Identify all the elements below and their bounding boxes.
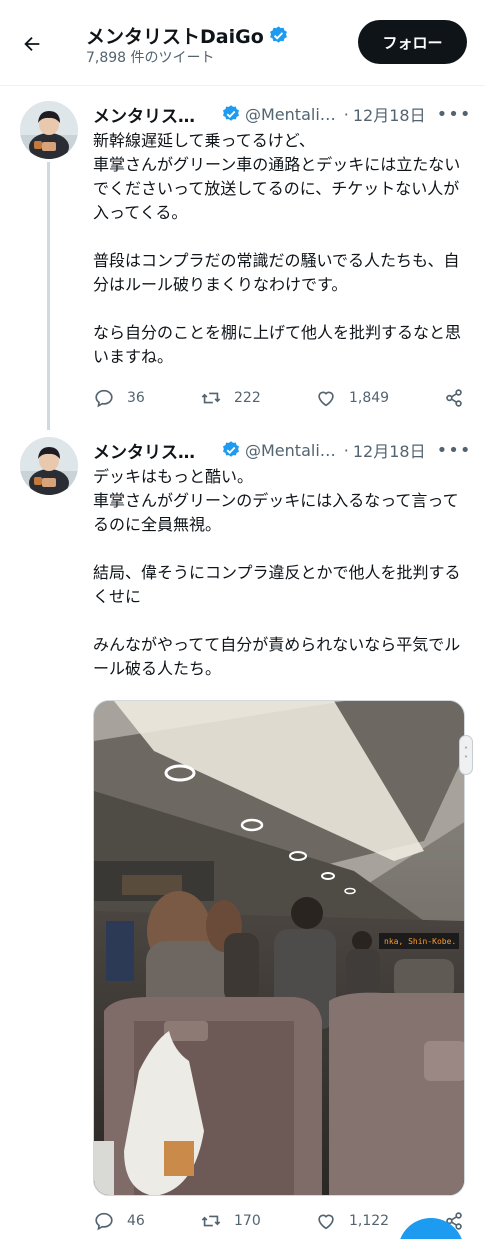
reply-icon [95, 1212, 113, 1231]
retweet-icon [201, 1215, 221, 1227]
like-button[interactable]: 1,849 [315, 387, 389, 409]
tweet-paragraph: 結局、偉そうにコンプラ違反とかで他人を批判するくせに [93, 563, 461, 606]
timestamp[interactable]: 12月18日 [353, 438, 426, 462]
tweet-paragraph: 車掌さんがグリーン車の通路とデッキには立たないでくださいって放送してるのに、チケ… [93, 155, 461, 222]
back-arrow-icon [24, 36, 40, 52]
avatar-image [20, 101, 78, 159]
share-button[interactable] [443, 387, 465, 409]
heart-icon [318, 391, 334, 407]
scroll-handle[interactable]: ˄ ˅ [459, 735, 473, 775]
tweet-paragraph: みんながやってて自分が責められないなら平気でルール破る人たち。 [93, 635, 461, 678]
tweet-text: 新幹線遅延して乗ってるけど、 車掌さんがグリーン車の通路とデッキには立たないでく… [93, 129, 471, 369]
verified-badge-icon [223, 105, 239, 121]
timestamp[interactable]: 12月18日 [353, 102, 426, 126]
train-display-sign: nka, Shin-Kobe. [384, 937, 456, 946]
like-count: 1,122 [349, 1213, 390, 1229]
retweet-count: 222 [234, 390, 261, 406]
tweet-paragraph [93, 537, 471, 561]
reply-count: 36 [127, 390, 145, 406]
profile-header: メンタリストDaiGo 7,898 件のツイート フォロー [0, 0, 485, 86]
username[interactable]: @Mentali… [245, 105, 336, 124]
display-name[interactable]: メンタリス… [93, 102, 195, 127]
separator-dot: · [343, 440, 349, 460]
retweet-icon [201, 392, 221, 404]
tweet-header: メンタリス… @Mentali… · 12月18日 [93, 438, 426, 463]
tweet-count: 7,898 件のツイート [86, 50, 215, 66]
header-title-wrap: メンタリストDaiGo [86, 22, 289, 49]
heart-icon [318, 1214, 334, 1230]
username[interactable]: @Mentali… [245, 441, 336, 460]
back-button[interactable] [14, 26, 50, 62]
retweet-button[interactable]: 222 [200, 387, 261, 409]
avatar-image [20, 437, 78, 495]
avatar[interactable] [20, 101, 78, 159]
chevron-down-icon: ˅ [464, 755, 468, 764]
chevron-up-icon: ˄ [464, 746, 468, 755]
tweet-paragraph [93, 225, 471, 249]
verified-badge-icon [269, 26, 287, 43]
tweet-photo[interactable]: nka, Shin-Kobe. [93, 700, 465, 1196]
like-button[interactable]: 1,122 [315, 1210, 389, 1232]
verified-badge-icon [223, 441, 239, 457]
reply-button[interactable]: 46 [93, 1210, 145, 1232]
separator-dot: · [343, 104, 349, 124]
avatar[interactable] [20, 437, 78, 495]
retweet-count: 170 [234, 1213, 261, 1229]
more-options-icon[interactable]: ••• [437, 439, 471, 461]
tweet-paragraph [93, 609, 471, 633]
like-count: 1,849 [349, 390, 390, 406]
retweet-button[interactable]: 170 [200, 1210, 261, 1232]
more-options-icon[interactable]: ••• [437, 103, 471, 125]
train-interior-photo: nka, Shin-Kobe. [94, 701, 464, 1195]
reply-icon [95, 389, 113, 408]
tweet-paragraph: 車掌さんがグリーンのデッキには入るなって言ってるのに全員無視。 [93, 491, 459, 534]
share-icon [446, 389, 462, 407]
tweet-paragraph: なら自分のことを棚に上げて他人を批判するなと思いますね。 [93, 323, 462, 366]
tweet-paragraph: 普段はコンプラだの常識だの騒いでる人たちも、自分はルール破りまくりなわけです。 [93, 251, 460, 294]
thread-connector [47, 162, 50, 430]
tweet-paragraph: デッキはもっと酷い。 [93, 467, 254, 486]
page-title: メンタリストDaiGo [86, 26, 264, 48]
reply-button[interactable]: 36 [93, 387, 145, 409]
tweet-paragraph [93, 297, 471, 321]
display-name[interactable]: メンタリス… [93, 438, 195, 463]
tweet-text: デッキはもっと酷い。 車掌さんがグリーンのデッキには入るなって言ってるのに全員無… [93, 465, 471, 681]
follow-button[interactable]: フォロー [358, 20, 467, 64]
tweet-header: メンタリス… @Mentali… · 12月18日 [93, 102, 426, 127]
tweet-actions: 36 222 1,849 [93, 387, 471, 411]
tweet-paragraph: 新幹線遅延して乗ってるけど、 [93, 131, 315, 150]
reply-count: 46 [127, 1213, 145, 1229]
